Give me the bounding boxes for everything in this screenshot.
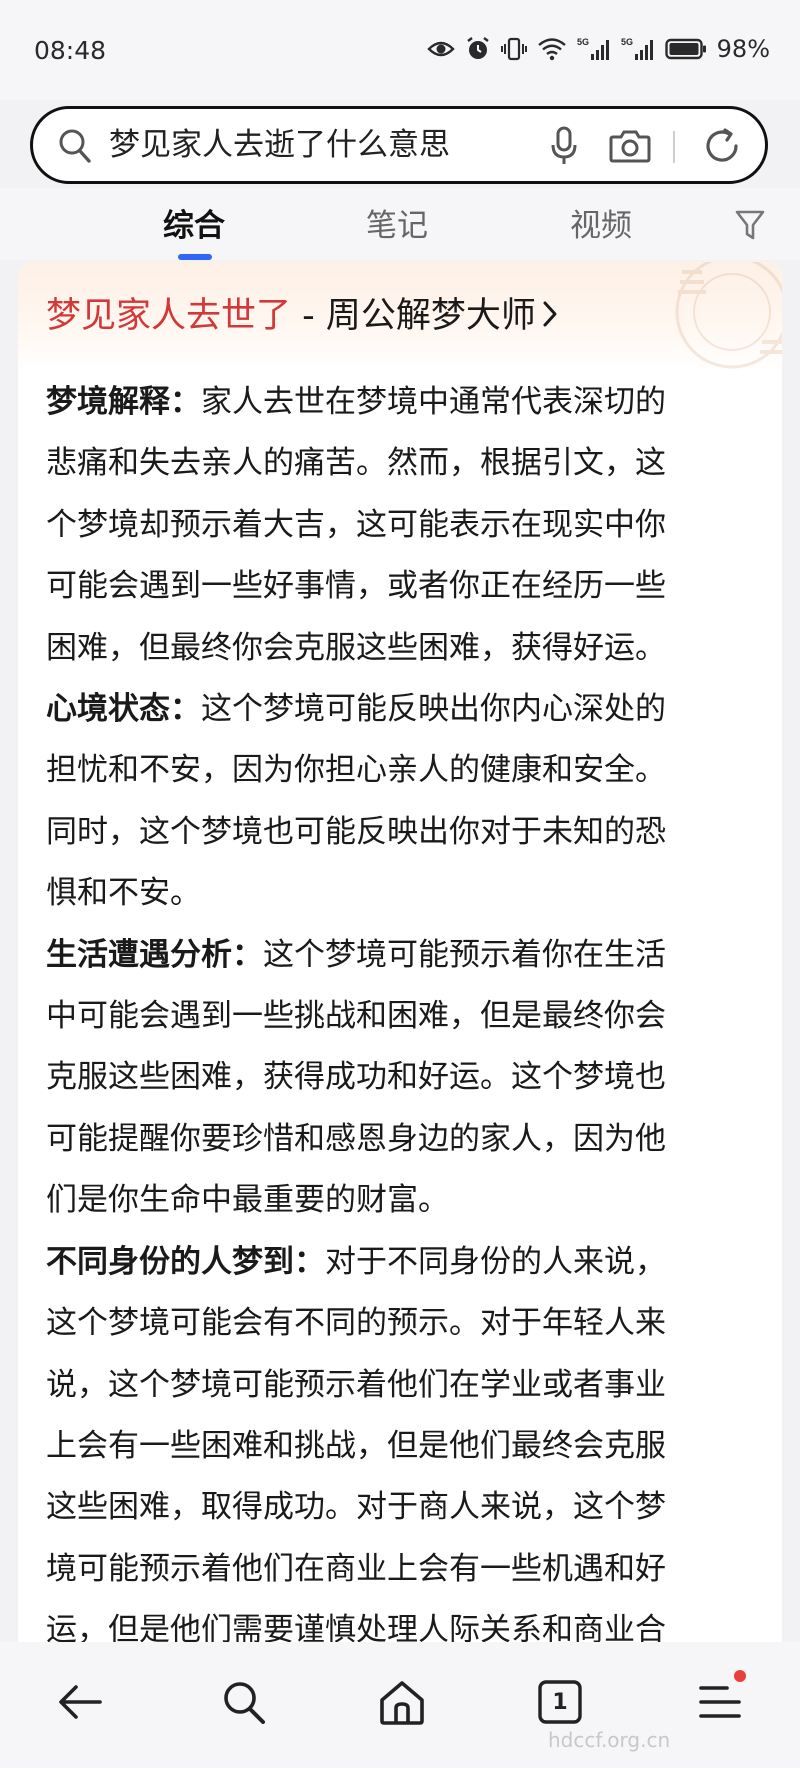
text-line: 克服这些困难，获得成功和好运。这个梦境也 [46, 1059, 666, 1096]
svg-text:5G: 5G [577, 37, 589, 47]
text-line: 可能提醒你要珍惜和感恩身边的家人，因为他 [46, 1120, 666, 1157]
signal-5g-icon: 5G [621, 36, 655, 62]
text-line: 上会有一些困难和挑战，但是他们最终会克服 [46, 1427, 666, 1464]
tab-comprehensive[interactable]: 综合 [163, 200, 225, 245]
search-icon [57, 127, 93, 169]
text-line: 们是你生命中最重要的财富。 [46, 1182, 449, 1219]
status-time: 08:48 [34, 36, 107, 65]
card-body: 梦境解释：家人去世在梦境中通常代表深切的 悲痛和失去亲人的痛苦。然而，根据引文，… [46, 372, 766, 1642]
search-divider [673, 131, 675, 163]
bagua-decoration-icon [622, 262, 782, 386]
result-tabs: 综合 笔记 视频 [0, 188, 800, 260]
text-line: 中可能会遇到一些挑战和困难，但是最终你会 [46, 998, 666, 1035]
card-title-highlight: 梦见家人去世了 [46, 296, 292, 336]
text-line: 个梦境却预示着大吉，这可能表示在现实中你 [46, 506, 666, 543]
status-bar: 08:48 5G 5G 98% [0, 0, 800, 100]
text-line: 惧和不安。 [46, 875, 201, 912]
menu-icon[interactable] [684, 1666, 756, 1738]
eye-icon [426, 39, 455, 59]
text-line: 担忧和不安，因为你担心亲人的健康和安全。 [46, 752, 666, 789]
home-icon[interactable] [366, 1666, 438, 1738]
mic-icon[interactable] [549, 125, 579, 171]
text-line: 困难，但最终你会克服这些困难，获得好运。 [46, 629, 666, 666]
text-line: 不同身份的人梦到：对于不同身份的人来说， [46, 1243, 666, 1280]
text-line: 这个梦境可能会有不同的预示。对于年轻人来 [46, 1305, 666, 1342]
watermark: hdccf.org.cn [548, 1728, 671, 1752]
notification-dot [734, 1670, 746, 1682]
tab-notes[interactable]: 笔记 [366, 200, 428, 245]
wifi-icon [537, 37, 567, 61]
text-line: 悲痛和失去亲人的痛苦。然而，根据引文，这 [46, 445, 666, 482]
result-card: 梦见家人去世了 - 周公解梦大师 梦境解释：家人去世在梦境中通常代表深切的 悲痛… [18, 262, 782, 1642]
search-icon[interactable] [208, 1666, 280, 1738]
text-line: 同时，这个梦境也可能反映出你对于未知的恐 [46, 813, 666, 850]
back-arrow-icon[interactable] [44, 1666, 116, 1738]
text-line: 境可能预示着他们在商业上会有一些机遇和好 [46, 1550, 666, 1587]
card-title-source: - 周公解梦大师 [291, 296, 536, 336]
battery-percentage: 98% [716, 35, 770, 63]
card-header: 梦见家人去世了 - 周公解梦大师 [18, 262, 782, 372]
refresh-icon[interactable] [701, 125, 743, 171]
filter-icon[interactable] [734, 208, 766, 246]
battery-icon [664, 38, 707, 60]
bottom-nav: 1 [0, 1642, 800, 1768]
text-line: 这些困难，取得成功。对于商人来说，这个梦 [46, 1489, 666, 1526]
search-bar[interactable]: 梦见家人去逝了什么意思 [30, 106, 768, 184]
camera-icon[interactable] [609, 127, 651, 169]
active-tab-indicator [178, 254, 212, 260]
text-line: 可能会遇到一些好事情，或者你正在经历一些 [46, 568, 666, 605]
vibrate-icon [500, 36, 527, 62]
chevron-right-icon [542, 293, 558, 341]
svg-text:5G: 5G [621, 37, 633, 47]
alarm-icon [465, 36, 491, 62]
tab-videos[interactable]: 视频 [570, 200, 632, 245]
text-line: 梦境解释：家人去世在梦境中通常代表深切的 [46, 384, 666, 420]
text-line: 运，但是他们需要谨慎处理人际关系和商业合 [46, 1612, 666, 1642]
signal-5g-icon: 5G [577, 36, 611, 62]
text-line: 说，这个梦境可能预示着他们在学业或者事业 [46, 1366, 666, 1403]
text-line: 生活遭遇分析：这个梦境可能预示着你在生活 [46, 936, 666, 973]
card-title[interactable]: 梦见家人去世了 - 周公解梦大师 [46, 292, 558, 341]
search-input[interactable]: 梦见家人去逝了什么意思 [109, 123, 529, 167]
text-line: 心境状态：这个梦境可能反映出你内心深处的 [46, 691, 666, 728]
status-icons: 5G 5G 98% [426, 34, 770, 64]
